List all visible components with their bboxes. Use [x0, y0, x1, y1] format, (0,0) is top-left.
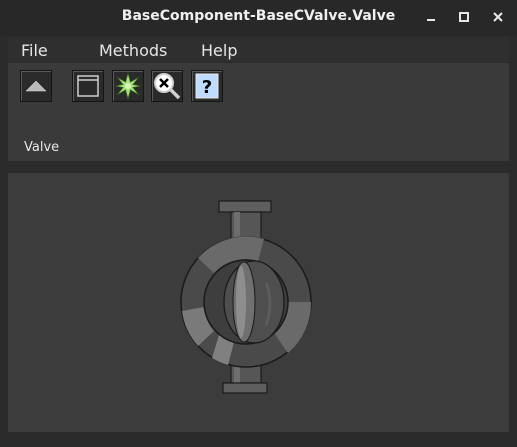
sparkle-button[interactable] — [112, 70, 144, 102]
maximize-button[interactable] — [453, 6, 475, 28]
up-arrow-icon — [25, 80, 47, 92]
up-button[interactable] — [20, 70, 52, 102]
help-button[interactable]: ? — [191, 70, 223, 102]
minimize-button[interactable] — [420, 6, 442, 28]
inspect-button[interactable] — [151, 70, 183, 102]
window-icon — [77, 75, 99, 97]
application-window: BaseComponent-BaseCValve.Valve File Meth… — [0, 0, 517, 447]
close-button[interactable] — [487, 6, 509, 28]
help-glyph: ? — [202, 77, 212, 98]
title-bar[interactable]: BaseComponent-BaseCValve.Valve — [0, 0, 517, 36]
toolbar-panel: ? Valve — [8, 63, 509, 161]
menu-help[interactable]: Help — [201, 41, 237, 60]
menu-methods[interactable]: Methods — [99, 41, 167, 60]
minimize-icon — [427, 19, 435, 21]
open-window-button[interactable] — [72, 70, 104, 102]
component-label: Valve — [24, 140, 60, 155]
menu-bar: File Methods Help — [8, 37, 509, 62]
menu-file[interactable]: File — [21, 41, 48, 60]
maximize-icon — [459, 12, 469, 22]
help-question-icon: ? — [195, 73, 219, 99]
sparkle-icon — [114, 71, 142, 101]
valve-icon[interactable] — [8, 173, 509, 432]
graphic-canvas — [8, 173, 509, 432]
close-icon — [493, 12, 503, 22]
magnify-x-icon — [154, 73, 181, 100]
